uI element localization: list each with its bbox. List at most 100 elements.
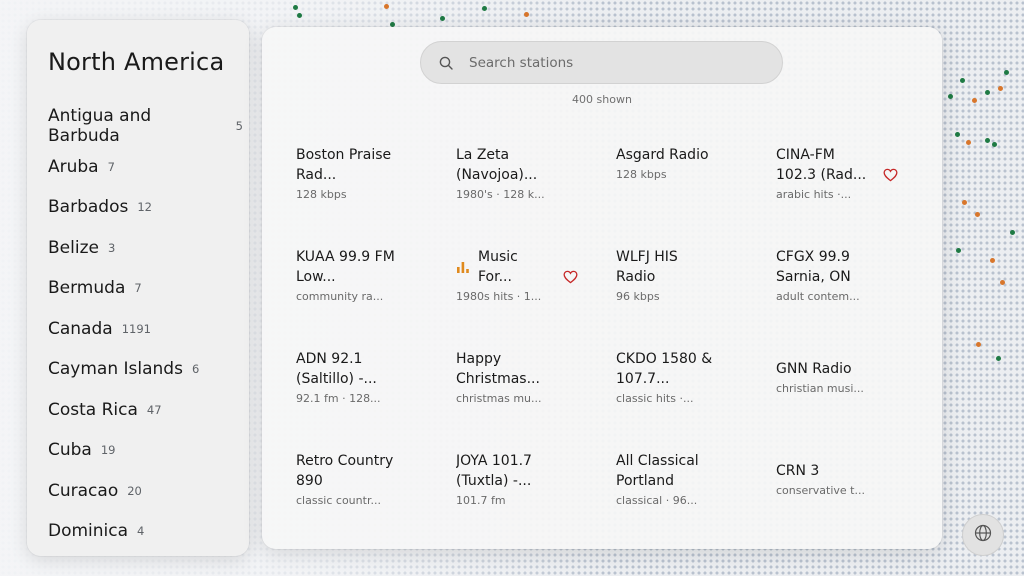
country-item[interactable]: Canada 1191 — [48, 309, 243, 350]
stations-panel: 400 shown Boston Praise Rad... 128 kbps La… — [262, 27, 942, 549]
map-marker — [990, 258, 995, 263]
map-marker — [962, 200, 967, 205]
country-name: Belize — [48, 237, 99, 258]
station-meta: community ra... — [296, 290, 384, 303]
country-name: Antigua and Barbuda — [48, 106, 152, 147]
station-card[interactable]: Asgard Radio 128 kbps — [582, 131, 742, 233]
station-card[interactable]: La Zeta (Navojoa)... 1980's · 128 k... — [422, 131, 582, 233]
station-card[interactable]: Happy Christmas... christmas mu... — [422, 335, 582, 437]
stations-shown-count: 400 shown — [572, 93, 632, 106]
station-card[interactable]: CINA-FM 102.3 (Rad... arabic hits ·... — [742, 131, 902, 233]
station-title: Boston Praise Rad... — [296, 147, 392, 183]
heart-icon[interactable] — [883, 167, 899, 182]
country-item[interactable]: Costa Rica 47 — [48, 390, 243, 431]
station-title: All Classical Portland — [616, 453, 699, 489]
station-card[interactable]: WLFJ HIS Radio 96 kbps — [582, 233, 742, 335]
country-name: Aruba — [48, 156, 99, 177]
globe-icon — [974, 524, 992, 546]
station-title: CFGX 99.9 Sarnia, ON — [776, 249, 851, 285]
station-meta: 128 kbps — [616, 168, 667, 181]
station-card[interactable]: ADN 92.1 (Saltillo) -... 92.1 fm · 128... — [262, 335, 422, 437]
station-card-content: La Zeta (Navojoa)... 1980's · 128 k... — [456, 145, 574, 201]
country-station-count: 3 — [107, 240, 116, 255]
country-item[interactable]: Curacao 20 — [48, 471, 243, 512]
station-card[interactable]: KUAA 99.9 FM Low... community ra... — [262, 233, 422, 335]
map-marker — [293, 5, 298, 10]
search-bar[interactable] — [420, 41, 783, 84]
country-item[interactable]: Belize 3 — [48, 228, 243, 269]
station-card-content: CFGX 99.9 Sarnia, ON adult contem... — [776, 247, 894, 303]
station-meta: 101.7 fm — [456, 494, 506, 507]
country-name: Bermuda — [48, 278, 126, 299]
map-marker — [1010, 230, 1015, 235]
station-title: CINA-FM 102.3 (Rad... — [776, 147, 867, 183]
country-station-count: 4 — [137, 524, 145, 539]
station-meta: adult contem... — [776, 290, 860, 303]
map-marker — [960, 78, 965, 83]
country-name: Dominica — [48, 521, 129, 542]
station-card-content: CKDO 1580 & 107.7... classic hits ·... — [616, 349, 734, 405]
map-marker — [440, 16, 445, 21]
map-marker — [297, 13, 302, 18]
station-card-content: CRN 3 conservative t... — [776, 461, 894, 497]
station-card-content: Retro Country 890 classic countr... — [296, 451, 414, 507]
map-marker — [482, 6, 487, 11]
map-marker — [985, 138, 990, 143]
map-marker — [524, 12, 529, 17]
country-item[interactable]: Bermuda 7 — [48, 268, 243, 309]
map-marker — [956, 248, 961, 253]
heart-icon[interactable] — [563, 269, 579, 284]
country-item[interactable]: Aruba 7 — [48, 147, 243, 188]
map-marker — [972, 98, 977, 103]
country-station-count: 12 — [137, 200, 152, 215]
station-title: CKDO 1580 & 107.7... — [616, 351, 713, 387]
map-marker — [996, 356, 1001, 361]
equalizer-bars-icon — [456, 259, 470, 273]
station-meta: classic countr... — [296, 494, 381, 507]
station-title: Happy Christmas... — [456, 351, 540, 387]
globe-button[interactable] — [962, 514, 1004, 556]
country-item[interactable]: Antigua and Barbuda 5 — [48, 106, 243, 147]
station-meta: 128 kbps — [296, 188, 347, 201]
country-item[interactable]: Barbados 12 — [48, 187, 243, 228]
station-card-content: KUAA 99.9 FM Low... community ra... — [296, 247, 414, 303]
station-title: KUAA 99.9 FM Low... — [296, 249, 395, 285]
station-card[interactable]: CKDO 1580 & 107.7... classic hits ·... — [582, 335, 742, 437]
country-station-count: 19 — [100, 443, 116, 458]
country-item[interactable]: Cuba 19 — [48, 430, 243, 471]
map-marker — [955, 132, 960, 137]
country-name: Curacao — [48, 480, 119, 501]
station-title: ADN 92.1 (Saltillo) -... — [296, 351, 377, 387]
country-name: Costa Rica — [48, 399, 138, 420]
station-meta: classical · 96... — [616, 494, 698, 507]
station-card[interactable]: All Classical Portland classical · 96... — [582, 437, 742, 539]
station-meta: 1980s hits · 1... — [456, 290, 542, 303]
country-name: Cayman Islands — [48, 359, 183, 380]
search-input[interactable] — [469, 54, 769, 71]
map-marker — [976, 342, 981, 347]
map-marker — [966, 140, 971, 145]
country-item[interactable]: Dominica 4 — [48, 511, 243, 552]
station-card[interactable]: Boston Praise Rad... 128 kbps — [262, 131, 422, 233]
station-card-content: ADN 92.1 (Saltillo) -... 92.1 fm · 128... — [296, 349, 414, 405]
station-card-content: CINA-FM 102.3 (Rad... arabic hits ·... — [776, 145, 894, 201]
map-marker — [384, 4, 389, 9]
station-card[interactable]: CFGX 99.9 Sarnia, ON adult contem... — [742, 233, 902, 335]
map-marker — [948, 94, 953, 99]
station-meta: 1980's · 128 k... — [456, 188, 545, 201]
country-list: Antigua and Barbuda 5 Aruba 7 Barbados 12 Beli… — [48, 106, 243, 552]
map-marker — [1004, 70, 1009, 75]
station-meta: christian musi... — [776, 382, 864, 395]
station-card-content: Asgard Radio 128 kbps — [616, 145, 734, 181]
station-card[interactable]: GNN Radio christian musi... — [742, 335, 902, 437]
station-card[interactable]: JOYA 101.7 (Tuxtla) -... 101.7 fm — [422, 437, 582, 539]
station-card-content: All Classical Portland classical · 96... — [616, 451, 734, 507]
station-card[interactable]: Retro Country 890 classic countr... — [262, 437, 422, 539]
station-card[interactable]: CRN 3 conservative t... — [742, 437, 902, 539]
station-card-content: JOYA 101.7 (Tuxtla) -... 101.7 fm — [456, 451, 574, 507]
station-card[interactable]: Music For... 1980s hits · 1... — [422, 233, 582, 335]
country-item[interactable]: Cayman Islands 6 — [48, 349, 243, 390]
station-meta: 92.1 fm · 128... — [296, 392, 381, 405]
map-marker — [1000, 280, 1005, 285]
station-title: Retro Country 890 — [296, 453, 394, 489]
